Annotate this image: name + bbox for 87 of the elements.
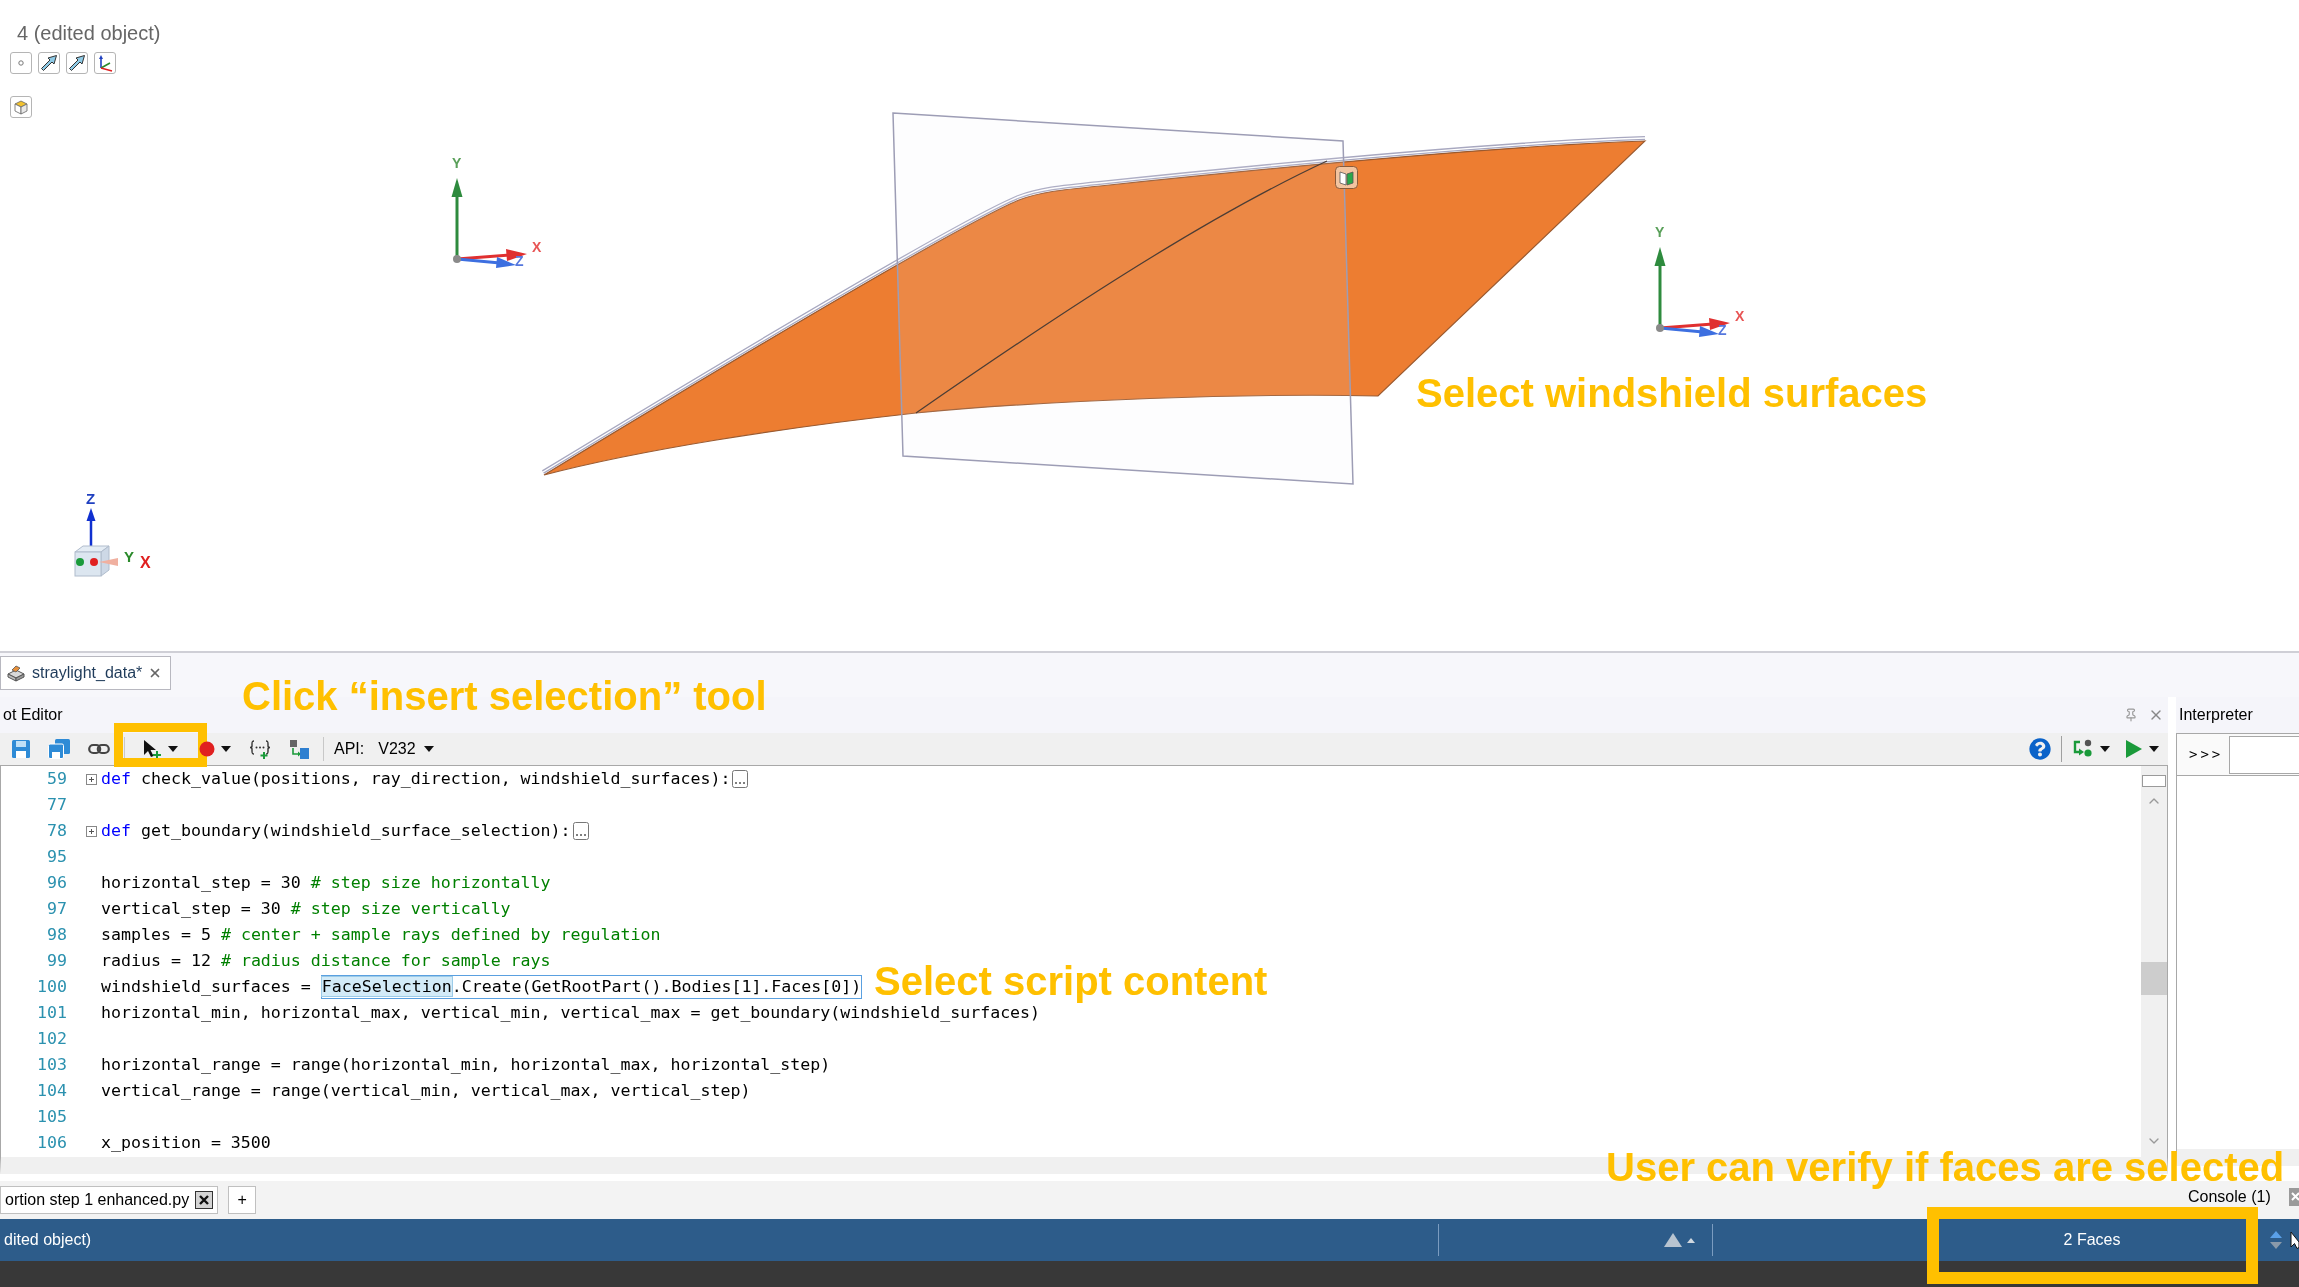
code-line: horizontal_step = 30 # step size horizontally	[101, 871, 551, 894]
prompt: >>>	[2188, 745, 2225, 764]
circle-icon	[199, 741, 215, 757]
plane-handle-icon[interactable]	[1335, 166, 1358, 189]
expand-icon[interactable]	[86, 773, 97, 785]
viewport-title: 4 (edited object)	[17, 21, 161, 46]
code-line: vertical_step = 30 # step size vertically	[101, 897, 511, 920]
axis-label: Z	[515, 253, 524, 269]
code-line: horizontal_min, horizontal_max, vertical_min, vertical_max = get_boundary(windshield_surfaces)	[101, 1002, 1041, 1024]
ellipsis-icon[interactable]	[732, 770, 749, 788]
cube-icon	[13, 99, 29, 115]
convert-icon	[289, 739, 309, 759]
document-tab[interactable]: straylight_data*	[0, 656, 172, 690]
callout-text: Select windshield surfaces	[1416, 372, 1928, 414]
console-tab[interactable]: Console (1)	[2188, 1188, 2271, 1206]
status-text: dited object)	[4, 1231, 92, 1248]
cursor-icon	[2290, 1231, 2299, 1249]
line-number: 105	[36, 1105, 67, 1128]
cube-tool-button[interactable]	[10, 96, 32, 118]
code-line: samples = 5 # center + sample rays defined by regulation	[101, 923, 661, 946]
section-plane[interactable]	[892, 112, 1354, 485]
axis-label: X	[1735, 308, 1745, 324]
braces-plus-icon	[249, 739, 271, 759]
code-line: horizontal_range = range(horizontal_min, horizontal_max, horizontal_step)	[101, 1053, 831, 1076]
axis-label: X	[532, 239, 542, 255]
line-number: 98	[46, 923, 67, 946]
callout-text: Select script content	[874, 960, 1268, 1002]
code-line: def get_boundary(windshield_surface_selection):	[101, 819, 571, 842]
line-number: 101	[36, 1001, 67, 1024]
cursor-plus-icon	[142, 739, 162, 759]
axis-label: Y	[1655, 224, 1665, 240]
callout-text: User can verify if faces are selected	[1606, 1146, 2285, 1188]
line-number: 102	[36, 1027, 67, 1050]
axis-label: Y	[452, 155, 462, 171]
close-icon[interactable]	[195, 1191, 214, 1209]
line-number: 95	[46, 845, 67, 868]
line-number: 97	[46, 897, 67, 920]
ellipsis-icon[interactable]	[572, 822, 589, 840]
axes-tool-button[interactable]	[94, 52, 116, 74]
axis-label: X	[140, 554, 151, 572]
axes-icon	[96, 54, 114, 72]
floppy-icon	[12, 740, 30, 758]
play-icon	[2125, 739, 2143, 759]
dot-tool-button[interactable]	[10, 52, 32, 74]
line-number: 78	[46, 819, 67, 842]
scrollbar-thumb[interactable]	[2141, 962, 2167, 995]
line-number: 96	[46, 871, 67, 894]
axis-label: Z	[86, 490, 96, 507]
help-icon	[2029, 738, 2051, 760]
line-number: 104	[36, 1079, 67, 1102]
selection-status: 2 Faces	[2063, 1230, 2121, 1250]
split-handle[interactable]	[2142, 775, 2166, 787]
dot-icon	[18, 60, 24, 66]
selected-code[interactable]: FaceSelection.Create(GetRootPart().Bodies[1].Faces[0])	[320, 975, 863, 999]
floppies-icon	[48, 739, 70, 759]
code-line: radius = 12 # radius distance for sample rays	[101, 949, 551, 972]
line-number: 59	[46, 767, 67, 790]
part-icon	[6, 664, 26, 682]
diagonal-arrow-icon	[68, 54, 86, 72]
line-number: 99	[46, 949, 67, 972]
axis-label: Z	[1718, 322, 1727, 338]
api-label: API:	[334, 739, 365, 759]
pin-icon[interactable]	[2124, 708, 2138, 722]
new-tab-button[interactable]: +	[228, 1186, 257, 1214]
arrow-tool-button[interactable]	[38, 52, 60, 74]
line-number: 103	[36, 1053, 67, 1076]
chain-icon	[88, 743, 110, 755]
code-line: x_position = 3500	[101, 1131, 271, 1154]
callout-text: Click “insert selection” tool	[242, 675, 767, 717]
code-line: windshield_surfaces =	[101, 975, 311, 998]
panel-title: ot Editor	[3, 705, 63, 725]
code-line: def check_value(positions, ray_direction, windshield_surfaces):	[101, 767, 731, 790]
arrow-tool-button[interactable]	[66, 52, 88, 74]
script-tab[interactable]: ortion step 1 enhanced.py	[0, 1186, 219, 1214]
line-number: 77	[46, 793, 67, 816]
loop-dots-icon	[2072, 739, 2094, 759]
api-version-dropdown[interactable]: V232	[374, 736, 438, 762]
code-line: vertical_range = range(vertical_min, vertical_max, vertical_step)	[101, 1079, 751, 1102]
triangle-icon[interactable]	[1662, 1232, 1696, 1248]
caret-icon	[423, 746, 434, 752]
panel-title: Interpreter	[2179, 705, 2253, 725]
expand-icon[interactable]	[86, 825, 97, 837]
up-down-arrows-icon[interactable]	[2270, 1229, 2282, 1251]
line-number: 100	[36, 975, 67, 998]
diagonal-arrow-icon	[40, 54, 58, 72]
line-number: 106	[36, 1131, 67, 1154]
axis-label: Y	[124, 548, 134, 565]
